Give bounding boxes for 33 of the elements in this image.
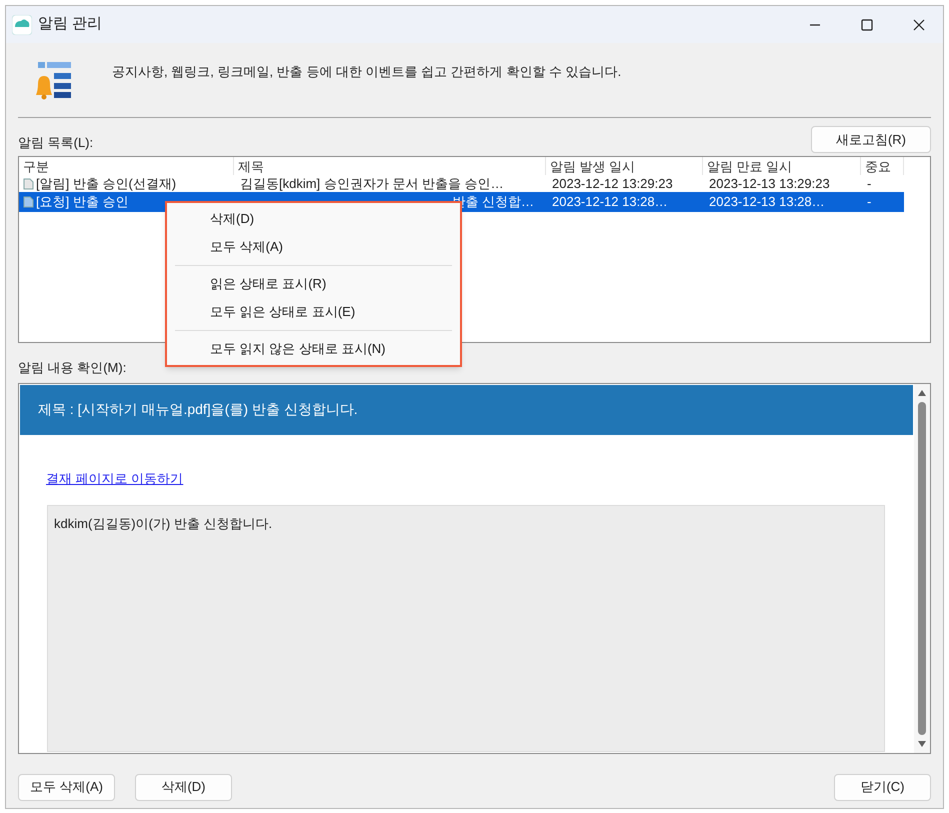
menu-item[interactable]: 읽은 상태로 표시(R) (167, 270, 460, 298)
scrollbar[interactable] (914, 384, 930, 752)
close-button[interactable]: 닫기(C) (834, 774, 931, 800)
column-header[interactable]: 구분 (19, 157, 234, 175)
maximize-icon[interactable] (861, 18, 873, 30)
message-text: kdkim(김길동)이(가) 반출 신청합니다. (54, 516, 272, 531)
approval-page-link[interactable]: 결재 페이지로 이동하기 (46, 468, 184, 488)
scroll-up-icon[interactable] (917, 388, 927, 398)
table-cell-text: - (866, 175, 872, 194)
subject-text: 제목 : [시작하기 매뉴얼.pdf]을(를) 반출 신청합니다. (38, 400, 358, 419)
document-icon (23, 178, 34, 190)
menu-item[interactable]: 모두 삭제(A) (167, 233, 460, 261)
delete-all-button[interactable]: 모두 삭제(A) (18, 774, 115, 800)
scroll-down-icon[interactable] (917, 738, 927, 748)
delete-button[interactable]: 삭제(D) (135, 774, 232, 800)
table-cell-text: 2023-12-12 13:29:23 (551, 175, 674, 194)
column-header[interactable]: 중요 (861, 157, 904, 175)
column-header[interactable]: 알림 만료 일시 (703, 157, 861, 175)
menu-item[interactable]: 모두 읽지 않은 상태로 표시(N) (167, 335, 460, 363)
description-text: 공지사항, 웹링크, 링크메일, 반출 등에 대한 이벤트를 쉽고 간편하게 확인할 수 있습니다. (112, 63, 622, 81)
content-label: 알림 내용 확인(M): (18, 359, 128, 377)
column-header[interactable]: 알림 발생 일시 (546, 157, 703, 175)
column-header[interactable]: 제목 (234, 157, 546, 175)
table-cell-text: 2023-12-13 13:29:23 (708, 175, 831, 194)
refresh-button[interactable]: 새로고침(R) (811, 126, 931, 153)
app-logo-icon (12, 14, 32, 34)
menu-item[interactable]: 모두 읽은 상태로 표시(E) (167, 298, 460, 326)
window-title: 알림 관리 (38, 14, 102, 34)
table-cell-text: [알림] 반출 승인(선결재) (35, 175, 178, 194)
list-label: 알림 목록(L): (18, 134, 94, 152)
table-cell-text: 김길동[kdkim] 승인권자가 문서 반출을 승인… (239, 175, 505, 194)
close-icon[interactable] (913, 18, 925, 30)
scroll-thumb[interactable] (918, 402, 926, 734)
